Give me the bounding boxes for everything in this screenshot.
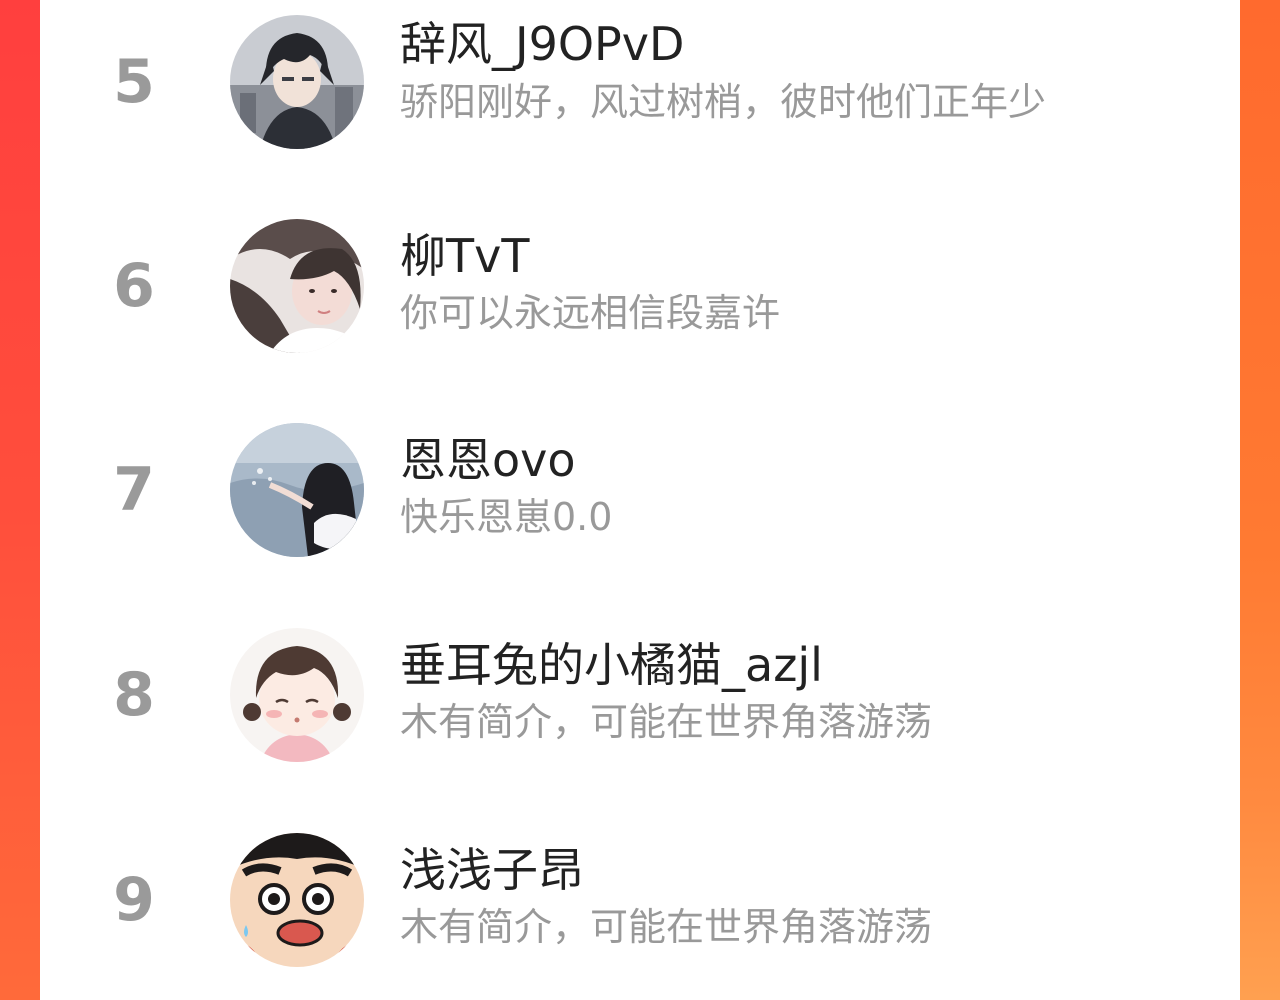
crayon-shin-chan-avatar-icon[interactable] — [230, 833, 364, 967]
list-item[interactable]: 8 垂耳兔的小橘猫_azjl 木有简介，可能在世界角落游荡 — [40, 605, 1240, 785]
list-item[interactable]: 9 浅浅子昂 木有简介，可能在世界角落游荡 — [40, 810, 1240, 990]
ranking-list: 5 辞风_J9OPvD 骄阳刚好，风过树梢，彼时他们正年少 6 柳TvT 你可以… — [40, 0, 1240, 1000]
list-item[interactable]: 6 柳TvT 你可以永远相信段嘉许 — [40, 196, 1240, 376]
cartoon-girl-avatar-icon[interactable] — [230, 628, 364, 762]
user-name[interactable]: 恩恩ovo — [400, 437, 576, 483]
girl-by-water-avatar-icon[interactable] — [230, 423, 364, 557]
user-name[interactable]: 辞风_J9OPvD — [400, 21, 684, 67]
user-name[interactable]: 浅浅子昂 — [400, 847, 584, 893]
right-background-strip — [1240, 0, 1280, 1000]
left-background-strip — [0, 0, 40, 1000]
rank-number: 9 — [113, 865, 155, 935]
rank-number: 6 — [113, 251, 155, 321]
user-bio: 快乐恩崽0.0 — [400, 495, 613, 539]
user-bio: 木有简介，可能在世界角落游荡 — [400, 700, 933, 744]
user-bio: 骄阳刚好，风过树梢，彼时他们正年少 — [400, 80, 1047, 124]
girl-photo-avatar-icon[interactable] — [230, 219, 364, 353]
list-item[interactable]: 5 辞风_J9OPvD 骄阳刚好，风过树梢，彼时他们正年少 — [40, 0, 1240, 172]
user-bio: 你可以永远相信段嘉许 — [400, 291, 781, 335]
user-name[interactable]: 垂耳兔的小橘猫_azjl — [400, 642, 823, 688]
anime-boy-avatar-icon[interactable] — [230, 15, 364, 149]
rank-number: 8 — [113, 660, 155, 730]
user-name[interactable]: 柳TvT — [400, 233, 529, 279]
user-bio: 木有简介，可能在世界角落游荡 — [400, 905, 933, 949]
rank-number: 5 — [113, 47, 155, 117]
list-item[interactable]: 7 恩恩ovo 快乐恩崽0.0 — [40, 400, 1240, 580]
rank-number: 7 — [113, 455, 155, 525]
